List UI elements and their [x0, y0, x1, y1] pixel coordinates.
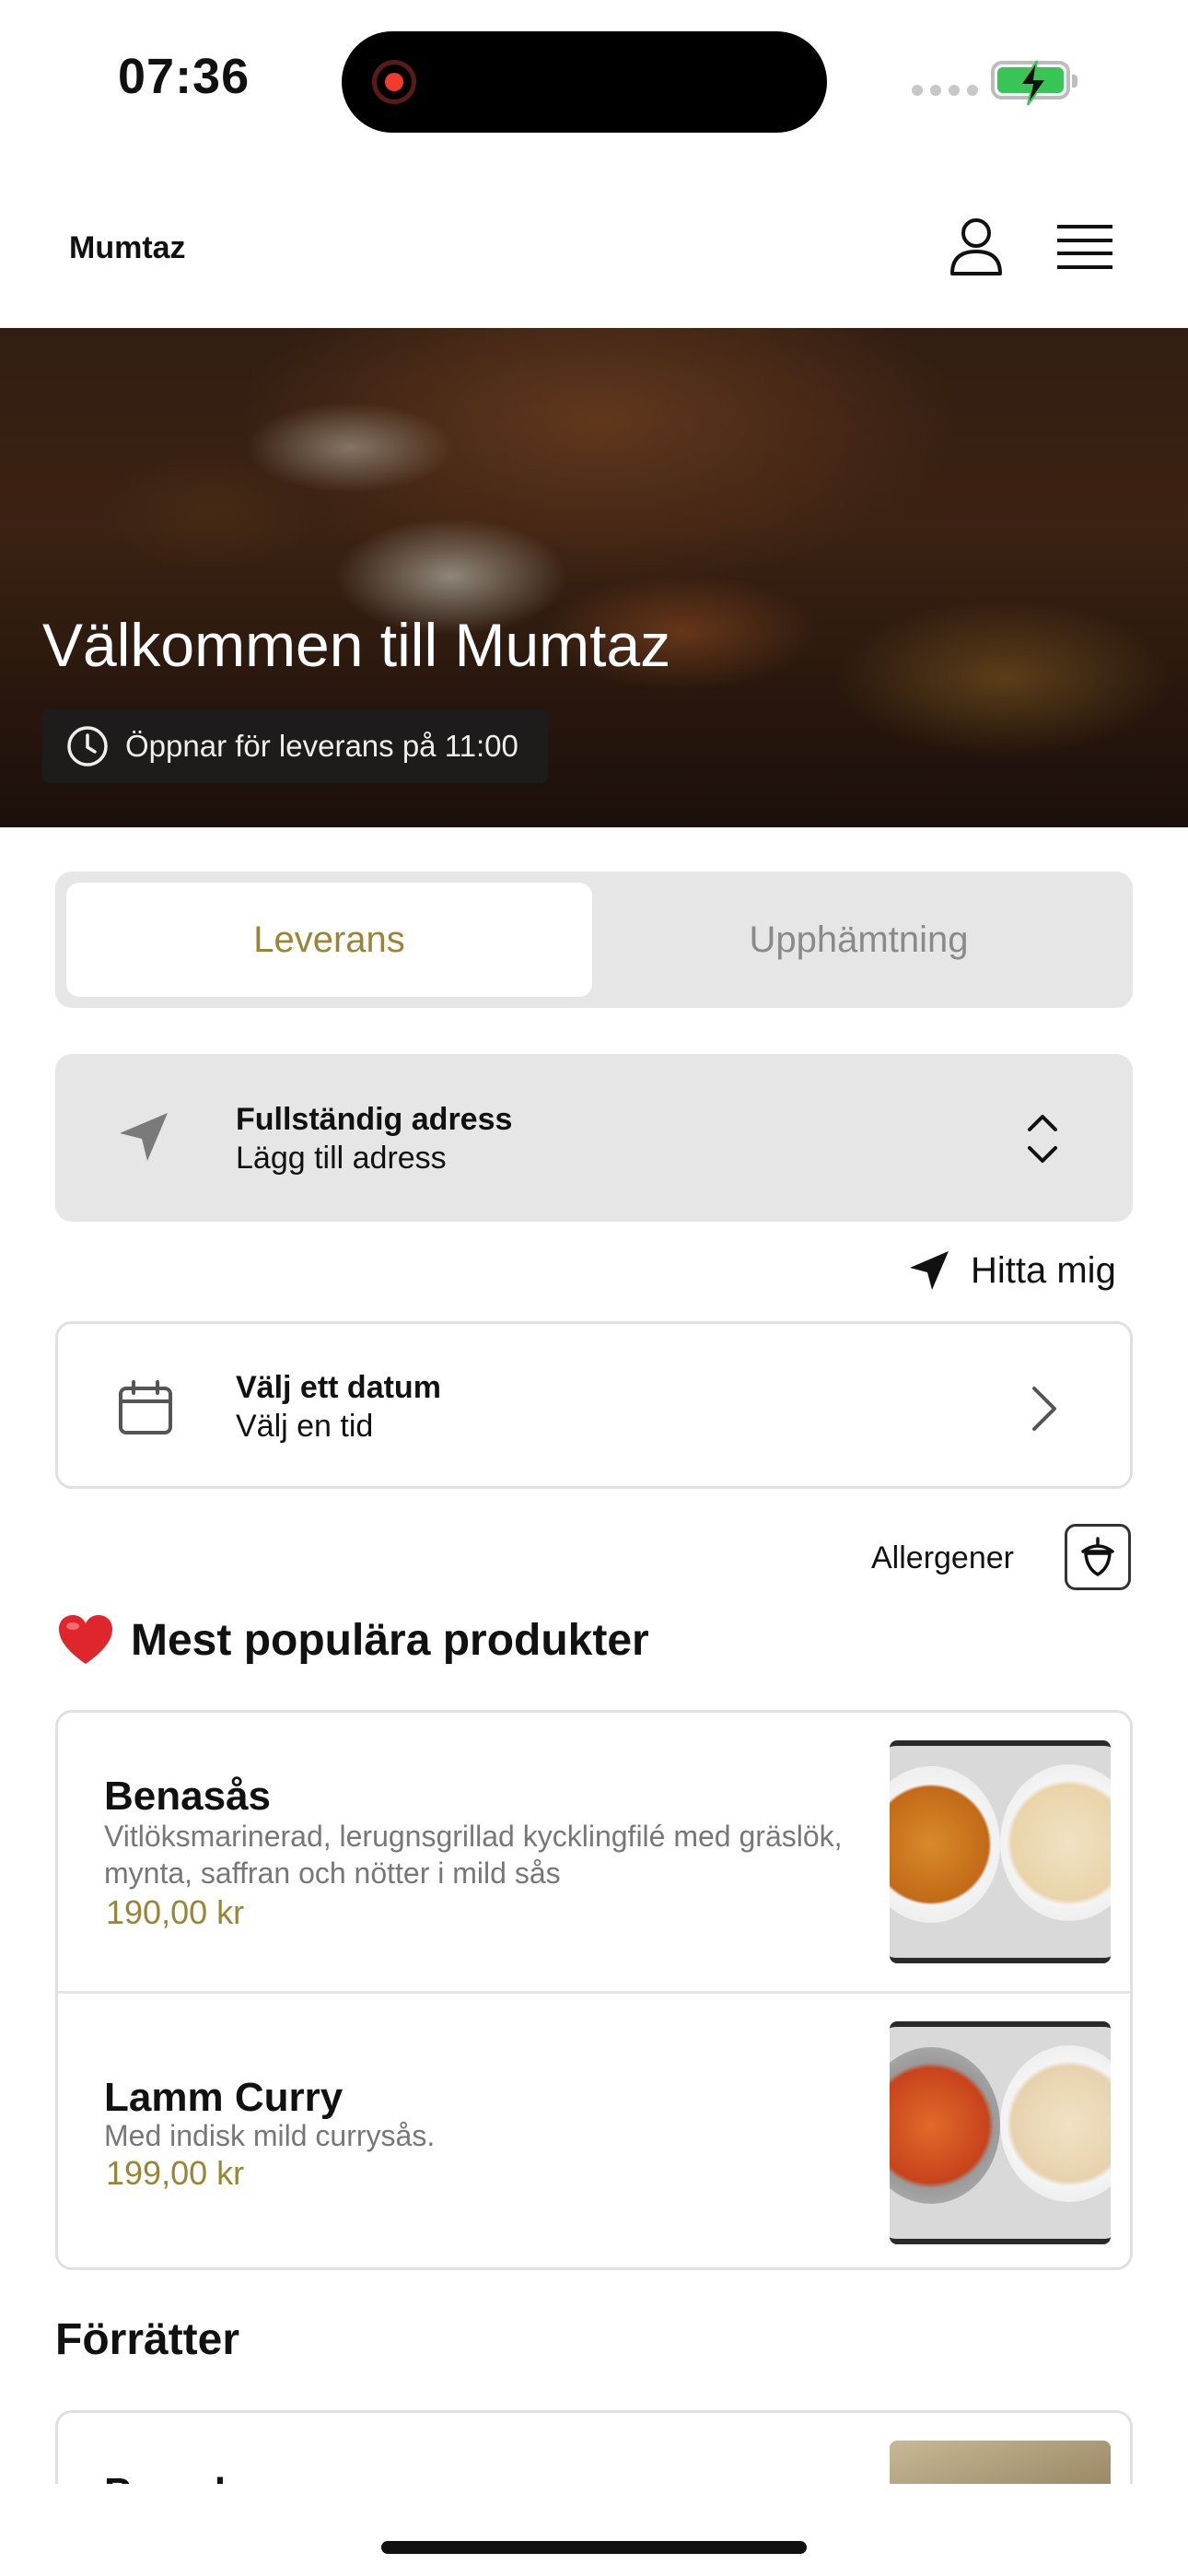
popular-product-list: Benasås Vitlöksmarinerad, lerugnsgrillad…	[55, 1710, 1133, 2270]
address-title: Fullständig adress	[236, 1102, 513, 1137]
tab-delivery[interactable]: Leverans	[66, 883, 592, 997]
opening-hours-badge: Öppnar för leverans på 11:00	[42, 709, 548, 783]
find-me-button[interactable]: Hitta mig	[908, 1247, 1116, 1294]
calendar-icon	[119, 1380, 172, 1434]
date-time-selector[interactable]: Välj ett datum Välj en tid	[55, 1321, 1133, 1489]
chevron-right-icon	[1032, 1387, 1056, 1431]
status-bar: 07:36	[0, 0, 1188, 166]
product-name: Benasås	[104, 1774, 272, 1819]
product-image	[890, 1740, 1111, 1963]
bottom-safe-area	[0, 2484, 1188, 2576]
brand-name[interactable]: Mumtaz	[69, 230, 186, 266]
status-time: 07:36	[118, 49, 250, 104]
location-arrow-icon	[120, 1113, 168, 1161]
allergens-label: Allergener	[871, 1540, 1014, 1575]
home-indicator[interactable]	[381, 2541, 807, 2554]
product-card[interactable]: Benasås Vitlöksmarinerad, lerugnsgrillad…	[58, 1713, 1130, 1991]
find-me-label: Hitta mig	[971, 1249, 1116, 1291]
starters-heading: Förrätter	[55, 2315, 240, 2364]
hero-title: Välkommen till Mumtaz	[42, 611, 671, 679]
product-price: 190,00 kr	[106, 1893, 245, 1931]
product-card[interactable]: Lamm Curry Med indisk mild currysås. 199…	[58, 1991, 1130, 2267]
current-location-icon	[910, 1251, 949, 1290]
allergens-button[interactable]	[1065, 1524, 1131, 1590]
battery-charging-icon	[991, 60, 1077, 106]
popular-heading-text: Mest populära produkter	[131, 1615, 649, 1665]
dynamic-island	[342, 31, 827, 133]
product-image	[890, 2021, 1111, 2244]
app-header: Mumtaz	[0, 166, 1188, 328]
product-name: Lamm Curry	[104, 2075, 344, 2120]
product-description: Vitlöksmarinerad, lerugnsgrillad kycklin…	[104, 1820, 843, 1890]
heart-icon	[59, 1615, 112, 1664]
user-account-icon[interactable]	[949, 217, 1004, 277]
cellular-signal-icon	[912, 85, 978, 96]
opening-hours-text: Öppnar för leverans på 11:00	[125, 729, 518, 763]
product-price: 199,00 kr	[106, 2154, 245, 2192]
screen-recording-icon	[372, 60, 416, 104]
tab-pickup[interactable]: Upphämtning	[596, 883, 1122, 997]
acorn-icon	[1081, 1537, 1114, 1576]
chevron-up-down-icon	[1028, 1115, 1057, 1163]
clock-icon	[67, 726, 108, 767]
popular-products-heading: Mest populära produkter	[57, 1610, 649, 1669]
order-type-toggle: Leverans Upphämtning	[55, 872, 1133, 1008]
time-label: Välj en tid	[236, 1409, 374, 1444]
product-description: Med indisk mild currysås.	[104, 2119, 436, 2152]
hero-banner: Välkommen till Mumtaz Öppnar för leveran…	[0, 328, 1188, 827]
hamburger-menu-icon[interactable]	[1057, 223, 1112, 271]
address-placeholder: Lägg till adress	[236, 1141, 447, 1176]
date-label: Välj ett datum	[236, 1370, 441, 1405]
address-selector[interactable]: Fullständig adress Lägg till adress	[55, 1054, 1133, 1222]
